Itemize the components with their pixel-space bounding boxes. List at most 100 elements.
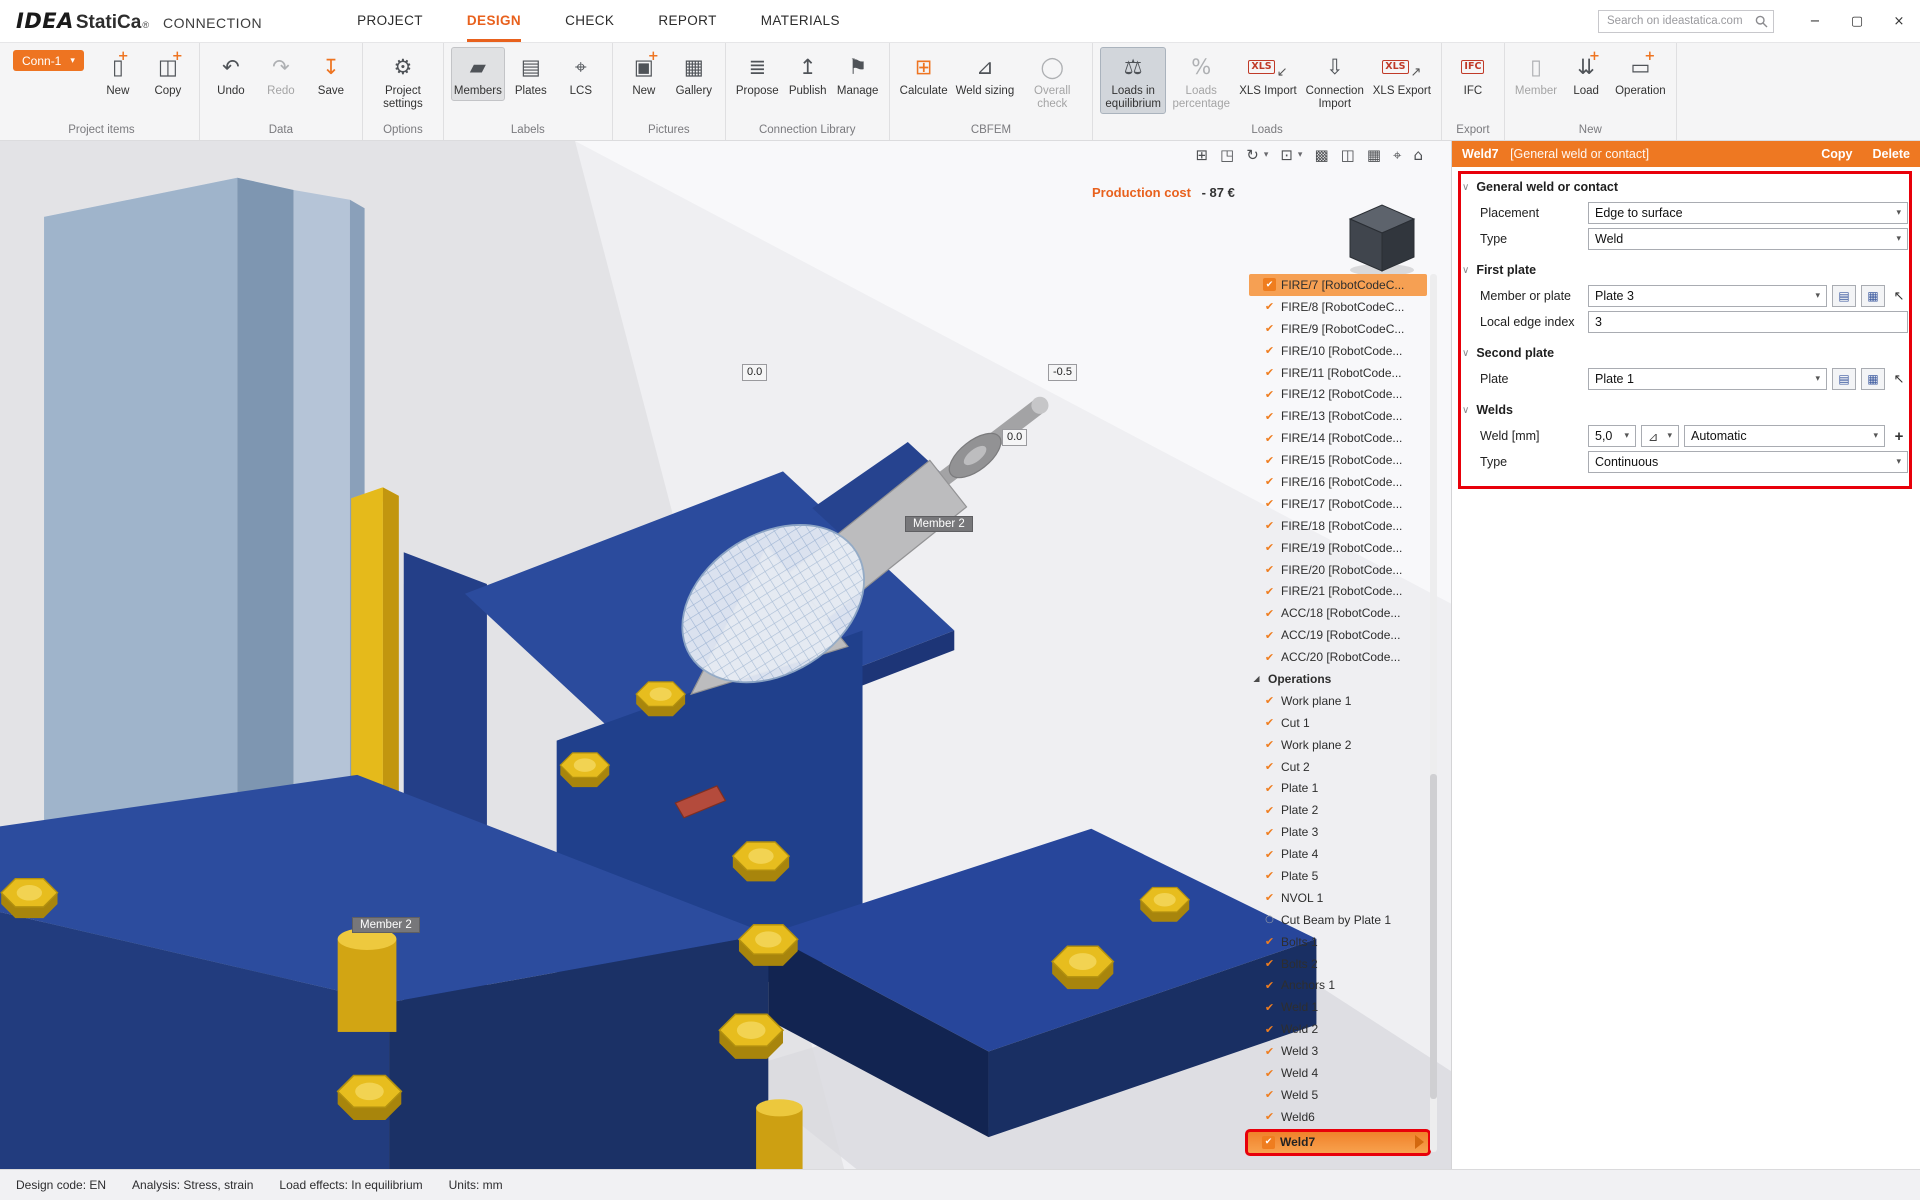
new-load-button[interactable]: ⇊+ Load <box>1562 47 1610 101</box>
tab-project[interactable]: PROJECT <box>357 0 423 42</box>
tree-item[interactable]: FIRE/12 [RobotCode... <box>1249 383 1427 405</box>
item-status-icon[interactable] <box>1262 1136 1275 1149</box>
item-status-icon[interactable] <box>1263 869 1276 882</box>
tree-item[interactable]: Weld 5 <box>1249 1084 1427 1106</box>
second-plate-select[interactable]: Plate 1▾ <box>1588 368 1827 390</box>
weld-continuity-select[interactable]: Continuous▾ <box>1588 451 1908 473</box>
tree-item[interactable]: FIRE/15 [RobotCode... <box>1249 449 1427 471</box>
ifc-export-button[interactable]: IFC IFC <box>1449 47 1497 101</box>
item-status-icon[interactable] <box>1263 344 1276 357</box>
publish-button[interactable]: ↥ Publish <box>784 47 832 101</box>
new-member-button[interactable]: ▯ Member <box>1512 47 1560 101</box>
chevron-down-icon[interactable]: ▾ <box>1264 150 1269 160</box>
lcs-toggle[interactable]: ⌖ LCS <box>557 47 605 101</box>
tree-item[interactable]: FIRE/21 [RobotCode... <box>1249 580 1427 602</box>
gallery-button[interactable]: ▦ Gallery <box>670 47 718 101</box>
item-status-icon[interactable] <box>1263 760 1276 773</box>
tree-item[interactable]: Weld6 <box>1249 1106 1427 1128</box>
calculate-button[interactable]: ⊞ Calculate <box>897 47 951 101</box>
search-icon[interactable] <box>1755 15 1768 28</box>
first-plate-select[interactable]: Plate 3▾ <box>1588 285 1827 307</box>
tree-item[interactable]: Work plane 2 <box>1249 734 1427 756</box>
tree-item[interactable]: Cut 1 <box>1249 712 1427 734</box>
tree-item[interactable]: Weld 4 <box>1249 1062 1427 1084</box>
redo-button[interactable]: ↷ Redo <box>257 47 305 101</box>
axes-icon[interactable]: ⌖ <box>1393 146 1401 164</box>
item-status-icon[interactable] <box>1263 607 1276 620</box>
3d-scene[interactable] <box>0 141 1451 1169</box>
pick-plate-button[interactable]: ↖ <box>1890 372 1908 387</box>
item-status-icon[interactable] <box>1263 497 1276 510</box>
tree-item[interactable]: Weld 2 <box>1249 1018 1427 1040</box>
propose-button[interactable]: ≣ Propose <box>733 47 782 101</box>
tree-item[interactable]: FIRE/18 [RobotCode... <box>1249 515 1427 537</box>
tab-check[interactable]: CHECK <box>565 0 614 42</box>
tree-item[interactable]: FIRE/19 [RobotCode... <box>1249 537 1427 559</box>
item-status-icon[interactable] <box>1263 585 1276 598</box>
tree-item[interactable]: FIRE/14 [RobotCode... <box>1249 427 1427 449</box>
tree-item[interactable]: Work plane 1 <box>1249 690 1427 712</box>
tree-item[interactable]: Weld 1 <box>1249 996 1427 1018</box>
transparent-view-icon[interactable]: ◫ <box>1341 146 1355 164</box>
search-input[interactable] <box>1607 15 1751 27</box>
item-status-icon[interactable] <box>1263 366 1276 379</box>
item-status-icon[interactable] <box>1263 1045 1276 1058</box>
weld-sizing-button[interactable]: ⊿ Weld sizing <box>953 47 1018 101</box>
tree-item[interactable]: FIRE/7 [RobotCodeC... <box>1249 274 1427 296</box>
item-status-icon[interactable] <box>1263 432 1276 445</box>
tab-report[interactable]: REPORT <box>658 0 716 42</box>
tree-scrollbar[interactable] <box>1430 274 1437 1152</box>
placement-select[interactable]: Edge to surface▾ <box>1588 202 1908 224</box>
home-view-icon[interactable]: ⌂ <box>1413 146 1423 164</box>
item-status-icon[interactable] <box>1263 979 1276 992</box>
item-status-icon[interactable] <box>1250 672 1263 685</box>
tree-item[interactable]: FIRE/17 [RobotCode... <box>1249 493 1427 515</box>
item-status-icon[interactable] <box>1263 629 1276 642</box>
plates-labels-toggle[interactable]: ▤ Plates <box>507 47 555 101</box>
orbit-icon[interactable]: ↻ <box>1246 146 1259 164</box>
tree-item[interactable]: Plate 1 <box>1249 777 1427 799</box>
item-status-icon[interactable] <box>1263 278 1276 291</box>
tree-item[interactable]: ACC/20 [RobotCode... <box>1249 646 1427 668</box>
tree-item[interactable]: FIRE/11 [RobotCode... <box>1249 362 1427 384</box>
item-status-icon[interactable] <box>1263 782 1276 795</box>
item-status-icon[interactable] <box>1263 694 1276 707</box>
new-picture-button[interactable]: ▣+ New <box>620 47 668 101</box>
scrollbar-thumb[interactable] <box>1430 774 1437 1099</box>
plate-table-button[interactable]: ▦ <box>1861 285 1885 307</box>
save-button[interactable]: ↧ Save <box>307 47 355 101</box>
tree-item[interactable]: Plate 2 <box>1249 799 1427 821</box>
connection-item-selector[interactable]: Conn-1 ▾ <box>13 50 84 71</box>
item-status-icon[interactable] <box>1263 804 1276 817</box>
new-project-item-button[interactable]: ▯+ New <box>94 47 142 101</box>
tree-item[interactable]: ACC/18 [RobotCode... <box>1249 602 1427 624</box>
window-zoom-icon[interactable]: ◳ <box>1220 146 1234 164</box>
item-status-icon[interactable] <box>1263 1001 1276 1014</box>
item-status-icon[interactable] <box>1263 913 1276 926</box>
navigation-cube[interactable] <box>1338 193 1426 277</box>
pick-plate-button[interactable]: ↖ <box>1890 289 1908 304</box>
item-status-icon[interactable] <box>1263 410 1276 423</box>
item-status-icon[interactable] <box>1263 388 1276 401</box>
weld-or-contact-type-select[interactable]: Weld▾ <box>1588 228 1908 250</box>
overall-check-button[interactable]: ◯ Overall check <box>1019 47 1085 114</box>
tree-item[interactable]: FIRE/16 [RobotCode... <box>1249 471 1427 493</box>
collapse-icon[interactable]: ∨ <box>1462 265 1469 276</box>
copy-project-item-button[interactable]: ◫+ Copy <box>144 47 192 101</box>
item-status-icon[interactable] <box>1263 738 1276 751</box>
wireframe-view-icon[interactable]: ▦ <box>1367 146 1381 164</box>
tree-item[interactable]: FIRE/10 [RobotCode... <box>1249 340 1427 362</box>
weld-symbol-select[interactable]: ⊿▾ <box>1641 425 1679 447</box>
item-status-icon[interactable] <box>1263 322 1276 335</box>
new-operation-button[interactable]: ▭+ Operation <box>1612 47 1669 101</box>
item-status-icon[interactable] <box>1263 957 1276 970</box>
item-status-icon[interactable] <box>1263 716 1276 729</box>
close-button[interactable]: × <box>1878 0 1920 43</box>
minimize-button[interactable]: − <box>1794 0 1836 43</box>
item-status-icon[interactable] <box>1263 1067 1276 1080</box>
project-settings-button[interactable]: ⚙ Project settings <box>370 47 436 114</box>
item-status-icon[interactable] <box>1263 651 1276 664</box>
tree-item[interactable]: Weld7 <box>1245 1129 1431 1156</box>
item-status-icon[interactable] <box>1263 563 1276 576</box>
item-status-icon[interactable] <box>1263 826 1276 839</box>
